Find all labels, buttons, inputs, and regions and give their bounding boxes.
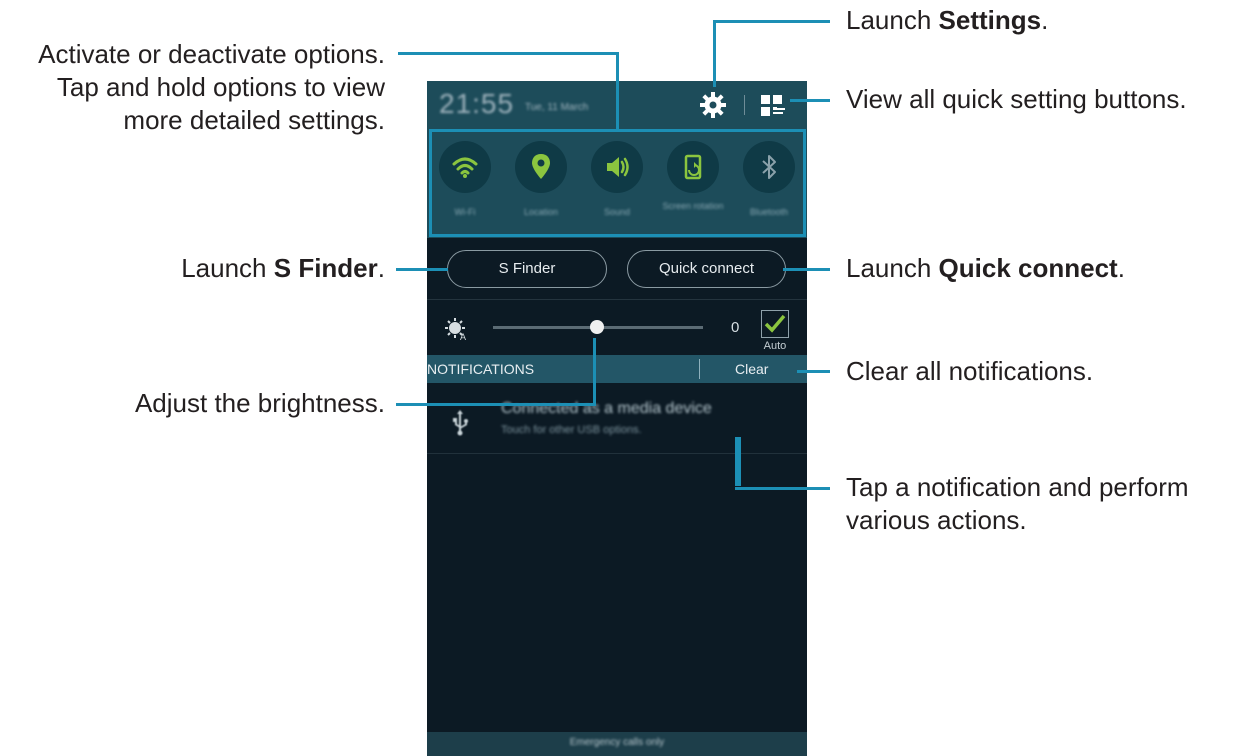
callout-line-options: [398, 52, 619, 55]
notifications-title: NOTIFICATIONS: [427, 361, 535, 377]
gear-icon[interactable]: [699, 91, 727, 119]
annotation-qc-bold: Quick connect: [938, 253, 1118, 283]
callout-line-view-all: [790, 99, 830, 102]
callout-line-options-vertical: [616, 52, 619, 129]
date: Tue, 11 March: [525, 102, 589, 113]
annotation-tap: Tap a notification and perform various a…: [846, 471, 1189, 537]
divider: [427, 453, 807, 454]
svg-text:A: A: [460, 332, 466, 341]
annotation-qc-prefix: Launch: [846, 253, 939, 283]
notification-highlight-bracket: [735, 437, 741, 486]
checkmark-icon: [764, 314, 786, 333]
annotation-settings-suffix: .: [1041, 5, 1049, 35]
annotation-sfinder-prefix: Launch: [181, 253, 274, 283]
callout-line-s-finder: [396, 268, 448, 271]
annotation-tap-line2: various actions.: [846, 505, 1027, 535]
callout-line-tap: [735, 487, 830, 490]
auto-brightness-label: Auto: [763, 340, 787, 352]
callout-line-quick-connect: [783, 268, 830, 271]
annotation-sfinder-suffix: .: [377, 253, 385, 283]
auto-brightness-checkbox[interactable]: [761, 310, 789, 338]
annotation-view-all: View all quick setting buttons.: [846, 84, 1187, 114]
annotation-qc-suffix: .: [1117, 253, 1125, 283]
callout-line-settings: [713, 20, 830, 23]
annotation-s-finder: Launch S Finder.: [181, 252, 385, 285]
annotation-brightness: Adjust the brightness.: [134, 388, 385, 418]
brightness-icon: A: [445, 318, 466, 341]
brightness-slider-handle[interactable]: [590, 320, 604, 334]
quick-settings-highlight-box: [429, 129, 806, 237]
emergency-calls-text: Emergency calls only: [569, 737, 665, 748]
callout-line-settings-vertical: [713, 20, 716, 87]
divider: [427, 299, 807, 300]
notifications-header: NOTIFICATIONS Clear: [427, 355, 807, 383]
annotation-settings-bold: Settings: [938, 5, 1042, 35]
annotation-settings: Launch Settings.: [846, 4, 1048, 37]
footer-bar: Emergency calls only: [427, 732, 807, 756]
annotation-settings-prefix: Launch: [846, 5, 939, 35]
annotation-options-line3: more detailed settings.: [123, 105, 385, 135]
annotation-sfinder-bold: S Finder: [273, 253, 378, 283]
notification-subtitle: Touch for other USB options.: [501, 424, 642, 436]
annotation-clear-all: Clear all notifications.: [846, 356, 1094, 386]
quick-settings-grid-icon[interactable]: [761, 95, 787, 117]
s-finder-button[interactable]: S Finder: [447, 250, 607, 288]
annotation-quick-connect: Launch Quick connect.: [846, 252, 1125, 285]
annotation-options: Activate or deactivate options. Tap and …: [38, 38, 385, 137]
clock: 21:55: [439, 88, 515, 119]
panel-body: S Finder Quick connect A 0 Auto NOTIFICA…: [427, 238, 807, 756]
status-divider: [744, 95, 745, 115]
annotation-options-line1: Activate or deactivate options.: [38, 39, 385, 69]
annotation-tap-line1: Tap a notification and perform: [846, 472, 1189, 502]
callout-line-brightness-vertical: [593, 338, 596, 406]
header-divider: [699, 359, 700, 379]
brightness-value: 0: [731, 319, 740, 336]
clear-button[interactable]: Clear: [735, 361, 768, 377]
callout-line-clear: [797, 370, 830, 373]
usb-icon: [453, 410, 468, 436]
quick-connect-button[interactable]: Quick connect: [627, 250, 786, 288]
annotation-options-line2: Tap and hold options to view: [56, 72, 385, 102]
callout-line-brightness: [396, 403, 596, 406]
